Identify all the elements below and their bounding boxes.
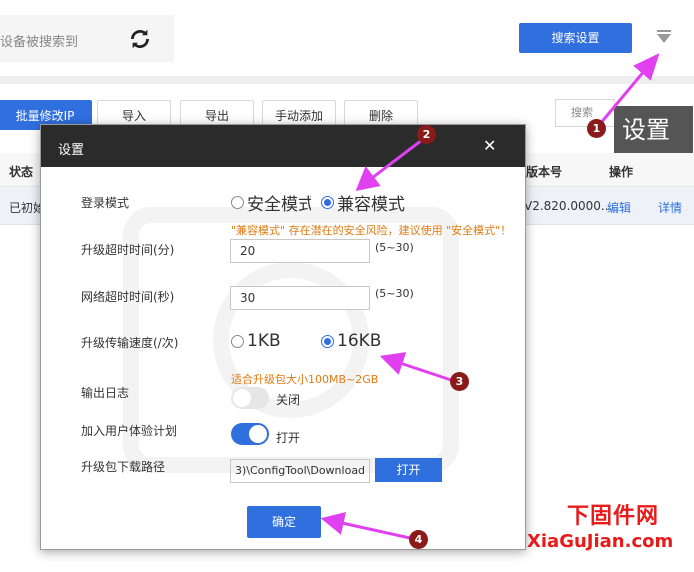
user-experience-state: 打开: [276, 431, 301, 445]
output-log-state: 关闭: [276, 393, 301, 407]
annotation-badge-2: 2: [417, 125, 436, 144]
user-experience-toggle-knob: [249, 425, 267, 443]
radio-safe-mode-label: 安全模式: [247, 195, 311, 215]
header-actions: 操作: [609, 165, 634, 179]
row-edit-link[interactable]: 编辑: [607, 199, 631, 216]
radio-compat-mode[interactable]: 兼容模式: [321, 190, 405, 215]
close-icon[interactable]: ✕: [483, 138, 496, 154]
settings-dropdown-icon[interactable]: [656, 30, 672, 44]
header-version: 版本号: [526, 165, 563, 179]
network-timeout-label: 网络超时时间(秒): [81, 290, 175, 304]
search-input[interactable]: 搜索: [555, 99, 615, 127]
open-folder-button[interactable]: 打开: [375, 458, 442, 482]
dialog-title: 设置: [58, 143, 85, 158]
user-experience-label: 加入用户体验计划: [81, 424, 178, 438]
network-timeout-range: (5~30): [375, 287, 414, 300]
upgrade-timeout-range: (5~30): [375, 241, 414, 254]
transfer-speed-hint: 适合升级包大小100MB~2GB: [231, 373, 379, 386]
transfer-speed-label: 升级传输速度(/次): [81, 336, 179, 350]
arrow-1-head: [633, 53, 660, 81]
row-version: V2.820.0000...: [524, 199, 613, 213]
row-details-link[interactable]: 详情: [658, 199, 682, 216]
settings-dialog: 设置 ✕ 登录模式 安全模式 兼容模式 "兼容模式" 存在潜在的安全风险，建议使…: [40, 124, 526, 550]
radio-speed-16kb-dot: [321, 334, 334, 348]
confirm-button[interactable]: 确定: [247, 506, 321, 538]
section-divider: [0, 76, 694, 84]
header-status: 状态: [9, 165, 34, 179]
dialog-header: 设置 ✕: [41, 125, 525, 167]
search-settings-button[interactable]: 搜索设置: [519, 23, 632, 53]
download-path-input[interactable]: 3)\ConfigTool\Download: [230, 459, 370, 483]
site-logo-url: XiaGuJian.com: [527, 531, 674, 552]
radio-compat-mode-dot: [321, 196, 334, 209]
radio-speed-16kb[interactable]: 16KB: [321, 331, 381, 351]
radio-speed-1kb-dot: [231, 334, 244, 348]
upgrade-timeout-input[interactable]: 20: [230, 239, 370, 263]
site-logo-cn: 下固件网: [567, 504, 660, 529]
radio-speed-16kb-label: 16KB: [337, 331, 382, 351]
output-log-toggle-knob: [233, 389, 251, 407]
radio-compat-mode-label: 兼容模式: [337, 195, 405, 215]
search-status-text: 设备被搜索到: [0, 35, 79, 50]
radio-safe-mode[interactable]: 安全模式: [231, 190, 311, 215]
radio-speed-1kb-label: 1KB: [247, 331, 281, 351]
annotation-badge-3: 3: [450, 372, 469, 391]
download-path-label: 升级包下载路径: [81, 460, 166, 474]
output-log-toggle[interactable]: [231, 387, 269, 409]
annotation-badge-1: 1: [587, 119, 606, 138]
compat-mode-warning: "兼容模式" 存在潜在的安全风险，建议使用 "安全模式"！: [231, 224, 512, 237]
network-timeout-input[interactable]: 30: [230, 286, 370, 310]
settings-callout: 设置: [614, 106, 693, 154]
radio-speed-1kb[interactable]: 1KB: [231, 331, 281, 351]
refresh-icon[interactable]: [127, 26, 153, 52]
radio-safe-mode-dot: [231, 196, 244, 209]
user-experience-toggle[interactable]: [231, 423, 269, 445]
output-log-label: 输出日志: [81, 386, 130, 400]
login-mode-label: 登录模式: [81, 196, 130, 210]
annotation-badge-4: 4: [409, 530, 428, 549]
upgrade-timeout-label: 升级超时时间(分): [81, 243, 175, 257]
